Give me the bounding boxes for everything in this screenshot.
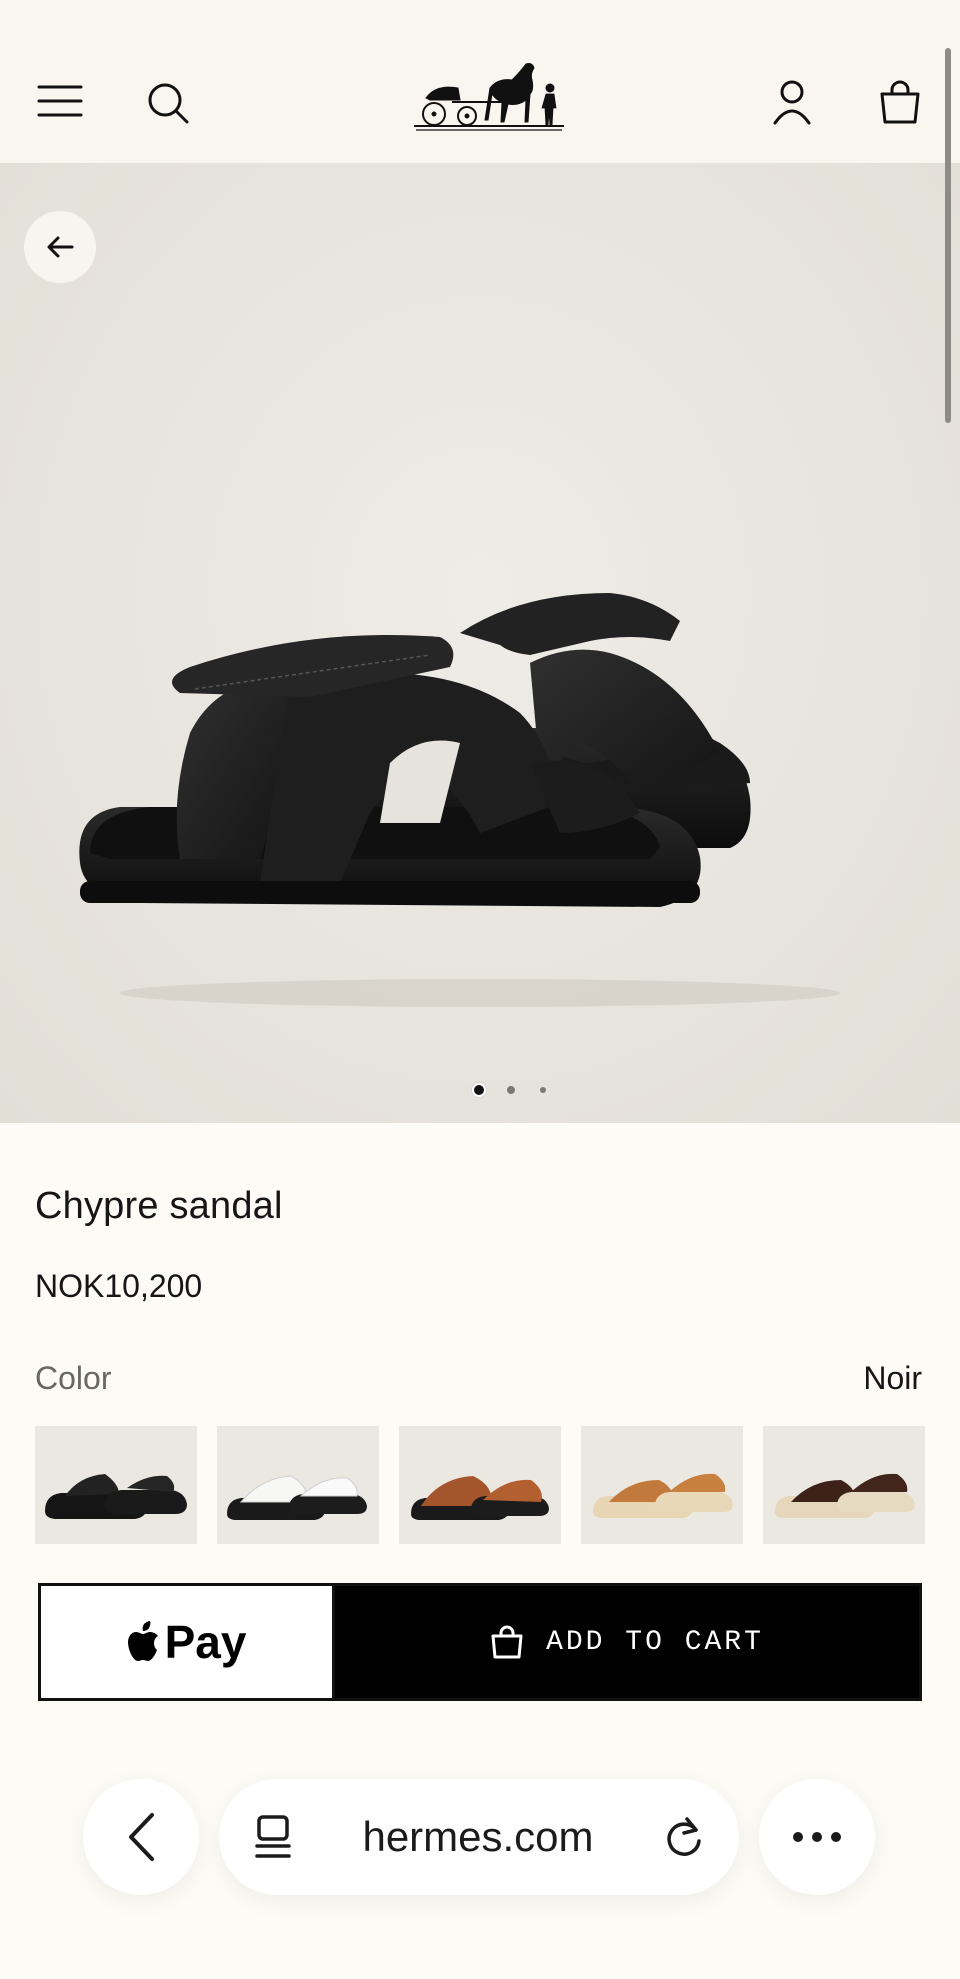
- swatch-tan-suede[interactable]: [399, 1426, 561, 1544]
- gallery-back-button[interactable]: [24, 211, 96, 283]
- purchase-actions: Pay ADD TO CART: [38, 1583, 922, 1701]
- shopping-bag-icon[interactable]: [870, 74, 930, 130]
- pagination-dot-active[interactable]: [472, 1083, 486, 1097]
- add-to-cart-label: ADD TO CART: [546, 1626, 764, 1658]
- reload-icon[interactable]: [663, 1815, 705, 1859]
- search-icon[interactable]: [140, 75, 196, 131]
- selected-color: Noir: [863, 1360, 922, 1396]
- arrow-left-icon: [47, 236, 74, 258]
- site-header: [0, 0, 960, 163]
- page-scrollbar[interactable]: [945, 48, 951, 423]
- shopping-bag-icon: [491, 1625, 523, 1659]
- product-image-gallery[interactable]: [0, 163, 960, 1123]
- tabs-icon: [255, 1815, 291, 1858]
- hamburger-menu-icon[interactable]: [30, 75, 90, 127]
- user-account-icon[interactable]: [764, 74, 820, 130]
- browser-address-bar[interactable]: hermes.com: [219, 1779, 739, 1895]
- chevron-left-icon: [129, 1813, 154, 1861]
- color-label: Color: [35, 1360, 112, 1396]
- swatch-tan-shearling[interactable]: [581, 1426, 743, 1544]
- apple-pay-label: Pay: [164, 1616, 247, 1668]
- product-title: Chypre sandal: [35, 1185, 283, 1227]
- color-swatches: [35, 1426, 925, 1544]
- more-dots-icon: [793, 1832, 841, 1842]
- swatch-brown-shearling[interactable]: [763, 1426, 925, 1544]
- browser-more-button[interactable]: [759, 1779, 875, 1895]
- apple-logo-icon: [127, 1621, 158, 1661]
- add-to-cart-button[interactable]: ADD TO CART: [335, 1586, 919, 1698]
- pagination-dot[interactable]: [507, 1086, 515, 1094]
- apple-pay-button[interactable]: Pay: [41, 1586, 335, 1698]
- swatch-white[interactable]: [217, 1426, 379, 1544]
- gallery-pagination[interactable]: [0, 1083, 960, 1097]
- browser-back-button[interactable]: [83, 1779, 199, 1895]
- product-photo: [79, 593, 840, 1007]
- swatch-black[interactable]: [35, 1426, 197, 1544]
- url-text[interactable]: hermes.com: [362, 1813, 593, 1861]
- pagination-dot[interactable]: [540, 1087, 546, 1093]
- carriage-logo-icon[interactable]: [412, 58, 568, 132]
- product-price: NOK10,200: [35, 1268, 203, 1304]
